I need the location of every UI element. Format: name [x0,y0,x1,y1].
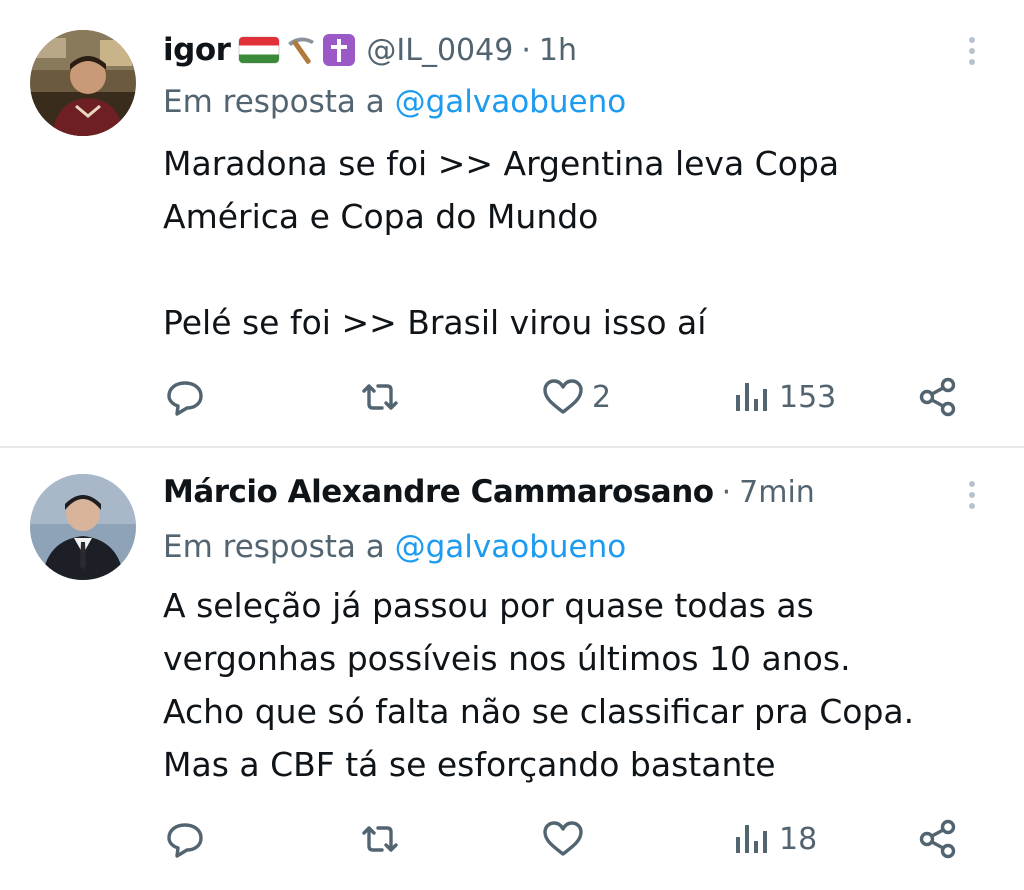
more-options-icon[interactable] [962,475,982,515]
share-button[interactable] [916,372,960,422]
tweet-actions: 2 153 [0,372,1024,422]
tweet-timestamp[interactable]: 1h [539,33,577,68]
tweet-text-line: Mas a CBF tá se esforçando bastante [163,745,776,784]
tweet-text-line: Maradona se foi >> Argentina leva Copa [163,144,840,183]
tweet-actions: 18 [0,814,1024,864]
tweet-text-line: A seleção já passou por quase todas as [163,586,814,625]
tweet-text-line: Pelé se foi >> Brasil virou isso aí [163,303,707,342]
tweet-text: A seleção já passou por quase todas as v… [163,579,993,791]
like-button[interactable]: 2 [540,372,611,422]
more-options-icon[interactable] [962,31,982,71]
reply-icon [167,381,203,416]
reply-button[interactable] [163,814,213,864]
avatar-photo [30,474,136,580]
tweet-header: Márcio Alexandre Cammarosano · 7min [163,472,815,512]
author-handle[interactable]: @IL_0049 [366,33,513,68]
tweet-card[interactable]: Márcio Alexandre Cammarosano · 7min Em r… [0,448,1024,890]
reply-mention-link[interactable]: @galvaobueno [395,529,627,565]
views-chart-icon [736,825,767,853]
avatar[interactable] [30,474,136,580]
tweet-text-line [163,243,993,296]
tweet-card[interactable]: igor @IL_0049 · 1h Em resposta a @galvao… [0,0,1024,446]
views-button[interactable]: 18 [733,814,817,864]
reply-button[interactable] [163,372,213,422]
separator-dot: · [721,474,732,510]
reply-prefix: Em resposta a [163,84,385,120]
views-chart-icon [736,383,767,411]
retweet-button[interactable] [356,372,410,422]
retweet-icon [362,826,398,852]
hungary-flag-icon [238,36,280,64]
reply-prefix: Em resposta a [163,529,385,565]
tweet-header: igor @IL_0049 · 1h [163,30,577,70]
share-icon [919,377,956,417]
separator-dot: · [521,32,531,68]
like-button[interactable] [540,814,592,864]
heart-icon [543,379,583,414]
reply-context: Em resposta a @galvaobueno [163,529,626,565]
views-count: 153 [779,379,837,415]
tweet-timestamp[interactable]: 7min [739,475,815,510]
share-icon [919,819,956,859]
latin-cross-icon [323,34,356,66]
tweet-text-line: Acho que só falta não se classificar pra… [163,692,915,731]
share-button[interactable] [916,814,960,864]
retweet-button[interactable] [356,814,410,864]
author-emojis [238,33,356,67]
reply-icon [167,823,203,858]
pick-icon [288,37,315,64]
tweet-feed: igor @IL_0049 · 1h Em resposta a @galvao… [0,0,1024,890]
avatar[interactable] [30,30,136,136]
views-button[interactable]: 153 [733,372,836,422]
tweet-text-line: América e Copa do Mundo [163,197,599,236]
author-name[interactable]: igor [163,32,231,68]
reply-context: Em resposta a @galvaobueno [163,84,626,120]
tweet-text: Maradona se foi >> Argentina leva Copa A… [163,137,993,349]
like-count: 2 [592,379,612,415]
avatar-photo [30,30,136,136]
heart-icon [543,821,583,856]
reply-mention-link[interactable]: @galvaobueno [395,84,627,120]
author-name[interactable]: Márcio Alexandre Cammarosano [163,474,714,510]
views-count: 18 [779,821,818,857]
retweet-icon [362,384,398,410]
tweet-text-line: vergonhas possíveis nos últimos 10 anos. [163,639,851,678]
